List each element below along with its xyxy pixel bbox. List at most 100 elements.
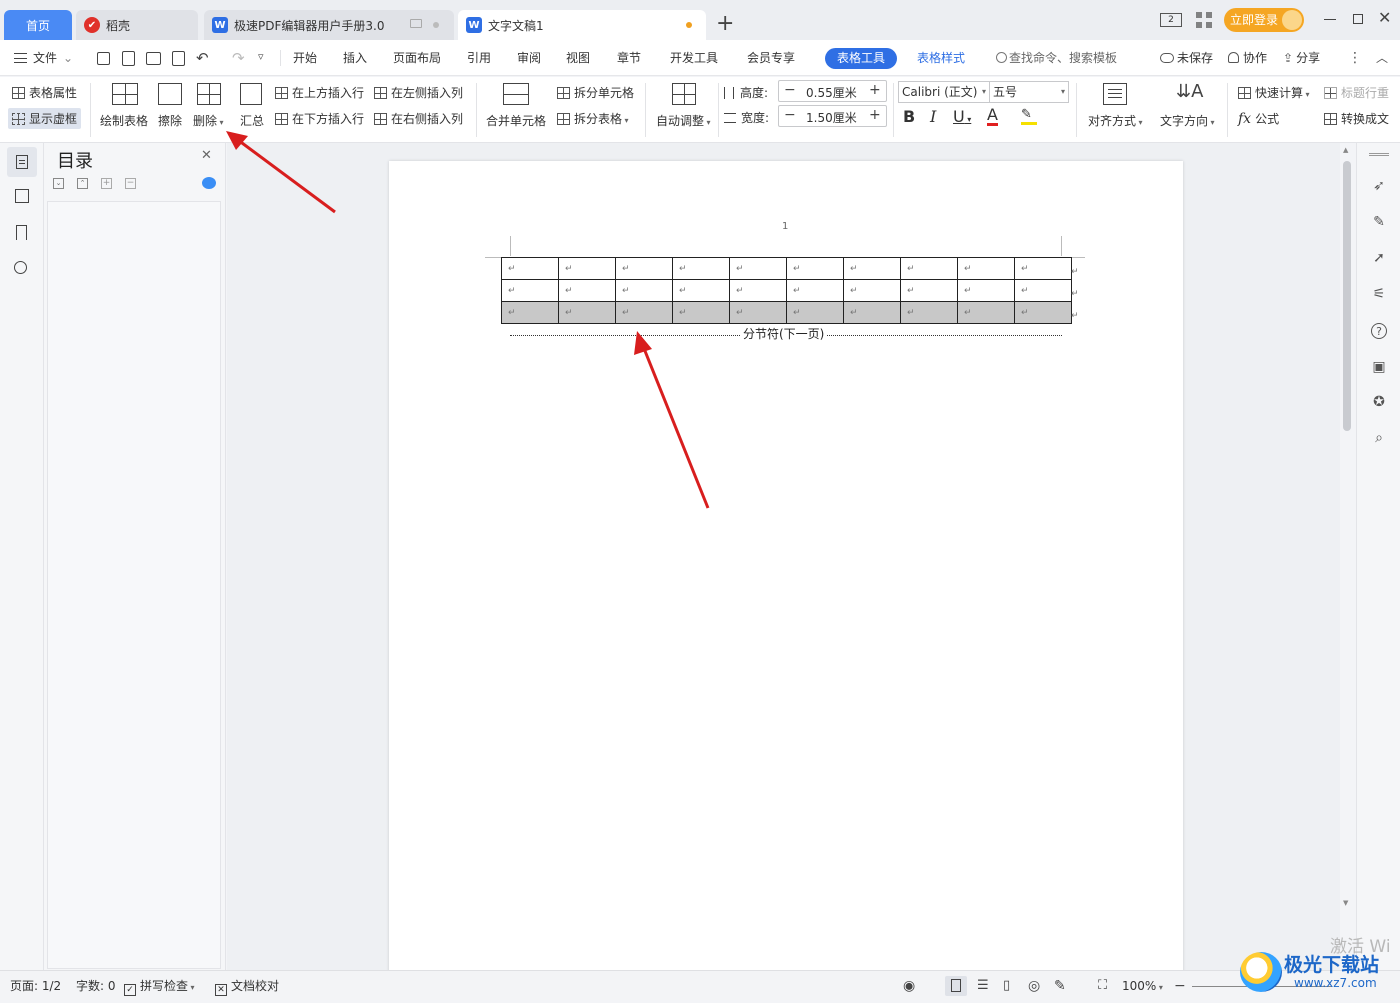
export-pdf-icon[interactable] — [122, 51, 135, 66]
insert-row-below-button[interactable]: 在下方插入行 — [275, 110, 364, 127]
table-cell[interactable]: ↵ — [786, 301, 844, 324]
show-gridlines-button[interactable]: 显示虚框 — [8, 108, 82, 129]
table-cell[interactable]: ↵ — [672, 257, 730, 280]
title-row-repeat-button[interactable]: 标题行重 — [1324, 84, 1389, 101]
formula-button[interactable]: fx 公式 — [1238, 110, 1279, 127]
table-cell[interactable]: ↵ — [1014, 279, 1072, 302]
write-mode-icon[interactable]: ✎ — [1054, 971, 1066, 1001]
unsaved-status[interactable]: 未保存 — [1160, 40, 1213, 76]
table-properties-button[interactable]: 表格属性 — [12, 84, 77, 101]
width-stepper[interactable]: − 1.50厘米 + — [778, 105, 887, 127]
page-view-button[interactable] — [945, 976, 967, 996]
tab-daoke[interactable]: ✔ 稻壳 — [76, 10, 198, 40]
add-level-icon[interactable]: + — [101, 178, 112, 189]
table-cell[interactable]: ↵ — [843, 301, 901, 324]
font-color-button[interactable]: A — [987, 107, 998, 126]
decrease-height-button[interactable]: − — [784, 82, 796, 98]
book-search-icon[interactable]: ⌕ — [1371, 430, 1387, 446]
table-cell[interactable]: ↵ — [501, 257, 559, 280]
erase-button[interactable]: 擦除 — [158, 112, 182, 129]
width-value[interactable]: 1.50厘米 — [806, 109, 857, 126]
menu-item-start[interactable]: 开始 — [293, 40, 317, 76]
help-icon[interactable]: ? — [1371, 323, 1387, 339]
table-cell[interactable]: ↵ — [900, 301, 958, 324]
collab-button[interactable]: 协作 — [1228, 40, 1267, 76]
split-cells-button[interactable]: 拆分单元格 — [557, 84, 634, 101]
pen-icon[interactable]: ✎ — [1371, 214, 1387, 230]
insert-col-left-button[interactable]: 在左侧插入列 — [374, 84, 463, 101]
insert-row-above-button[interactable]: 在上方插入行 — [275, 84, 364, 101]
outline-view-icon[interactable]: ☰ — [977, 971, 989, 1001]
table-cell[interactable]: ↵ — [615, 257, 673, 280]
table-cell[interactable]: ↵ — [957, 257, 1015, 280]
table-cell[interactable]: ↵ — [729, 257, 787, 280]
menu-item-devtools[interactable]: 开发工具 — [670, 40, 718, 76]
table-cell[interactable]: ↵ — [786, 257, 844, 280]
quick-access-more-icon[interactable]: ▿ — [258, 50, 264, 63]
italic-button[interactable]: I — [930, 107, 936, 126]
redo-icon[interactable]: ↷ — [232, 49, 245, 67]
menu-item-review[interactable]: 审阅 — [517, 40, 541, 76]
tab-doc[interactable]: W 文字文稿1 — [458, 10, 706, 40]
table-cell[interactable]: ↵ — [729, 301, 787, 324]
zoom-level[interactable]: 100% ▾ — [1122, 971, 1163, 1001]
grid-apps-icon[interactable] — [1196, 12, 1212, 28]
rocket-icon[interactable]: ➶ — [1371, 178, 1387, 194]
login-button[interactable]: 立即登录 — [1224, 8, 1304, 32]
close-button[interactable]: ✕ — [1378, 8, 1391, 27]
draw-table-button[interactable]: 绘制表格 — [100, 112, 148, 129]
cursor-icon[interactable]: ➚ — [1371, 250, 1387, 266]
table-cell[interactable]: ↵ — [672, 301, 730, 324]
font-name-select[interactable]: Calibri (正文) ▾ — [898, 81, 990, 103]
table-row[interactable]: ↵ ↵ ↵ ↵ ↵ ↵ ↵ ↵ ↵ ↵ — [501, 257, 1072, 280]
ai-icon[interactable]: ✪ — [1371, 394, 1387, 410]
tab-pdf-manual[interactable]: W 极速PDF编辑器用户手册3.0 — [204, 10, 454, 40]
table-cell[interactable]: ↵ — [843, 257, 901, 280]
menu-item-chapter[interactable]: 章节 — [617, 40, 641, 76]
table-cell[interactable]: ↵ — [1014, 257, 1072, 280]
table-cell[interactable]: ↵ — [729, 279, 787, 302]
increase-width-button[interactable]: + — [869, 107, 881, 123]
text-direction-button[interactable]: 文字方向 ▾ — [1160, 112, 1215, 129]
command-search[interactable]: 查找命令、搜索模板 — [996, 40, 1117, 76]
smart-toc-icon[interactable] — [202, 177, 216, 189]
new-tab-button[interactable]: + — [716, 10, 734, 38]
toc-nav-button[interactable] — [7, 147, 37, 177]
table-cell[interactable]: ↵ — [786, 279, 844, 302]
font-size-select[interactable]: 五号 ▾ — [989, 81, 1069, 103]
bookmark-icon[interactable] — [16, 225, 27, 240]
tab-table-tools[interactable]: 表格工具 — [825, 48, 897, 69]
height-value[interactable]: 0.55厘米 — [806, 84, 857, 101]
auto-adjust-button[interactable]: 自动调整 ▾ — [656, 112, 711, 129]
word-count[interactable]: 字数: 0 — [76, 971, 116, 1001]
expand-all-icon[interactable]: ⌄ — [53, 178, 64, 189]
highlight-button[interactable]: ✎ — [1021, 107, 1037, 125]
table-cell[interactable]: ↵ — [558, 301, 616, 324]
table-cell[interactable]: ↵ — [957, 301, 1015, 324]
underline-button[interactable]: U ▾ — [953, 107, 971, 126]
zoom-out-button[interactable]: − — [1174, 971, 1186, 1001]
table-row[interactable]: ↵ ↵ ↵ ↵ ↵ ↵ ↵ ↵ ↵ ↵ — [501, 301, 1072, 324]
chapter-nav-icon[interactable] — [15, 189, 29, 203]
document-page[interactable]: 1 ↵ ↵ ↵ ↵ ↵ ↵ ↵ ↵ ↵ ↵ ↵ ↵ ↵ ↵ ↵ ↵ ↵ ↵ ↵ ↵ ↵ ↵ ↵ ↵ ↵ ↵ ↵ ↵ ↵ ↵ ↵ ↵ ↵ 分节符… — [389, 161, 1183, 981]
table-cell[interactable]: ↵ — [843, 279, 901, 302]
table-row[interactable]: ↵ ↵ ↵ ↵ ↵ ↵ ↵ ↵ ↵ ↵ — [501, 279, 1072, 302]
file-menu[interactable]: 文件 ⌄ — [14, 40, 73, 76]
read-mode-icon[interactable]: ▯ — [1003, 971, 1010, 1001]
split-table-button[interactable]: 拆分表格 ▾ — [557, 110, 629, 127]
quick-calc-button[interactable]: 快速计算 ▾ — [1238, 84, 1310, 101]
table-cell[interactable]: ↵ — [615, 279, 673, 302]
toc-close-icon[interactable]: ✕ — [201, 148, 212, 163]
menu-item-layout[interactable]: 页面布局 — [393, 40, 441, 76]
height-stepper[interactable]: − 0.55厘米 + — [778, 80, 887, 102]
table-cell[interactable]: ↵ — [501, 279, 559, 302]
align-button[interactable]: 对齐方式 ▾ — [1088, 112, 1143, 129]
menu-item-member[interactable]: 会员专享 — [747, 40, 795, 76]
delete-button[interactable]: 删除 ▾ — [193, 112, 224, 129]
share-button[interactable]: ⇪ 分享 — [1283, 40, 1320, 76]
save-icon[interactable] — [97, 52, 110, 65]
table-cell[interactable]: ↵ — [558, 257, 616, 280]
table-cell[interactable]: ↵ — [957, 279, 1015, 302]
menu-item-reference[interactable]: 引用 — [467, 40, 491, 76]
bold-button[interactable]: B — [903, 107, 915, 126]
